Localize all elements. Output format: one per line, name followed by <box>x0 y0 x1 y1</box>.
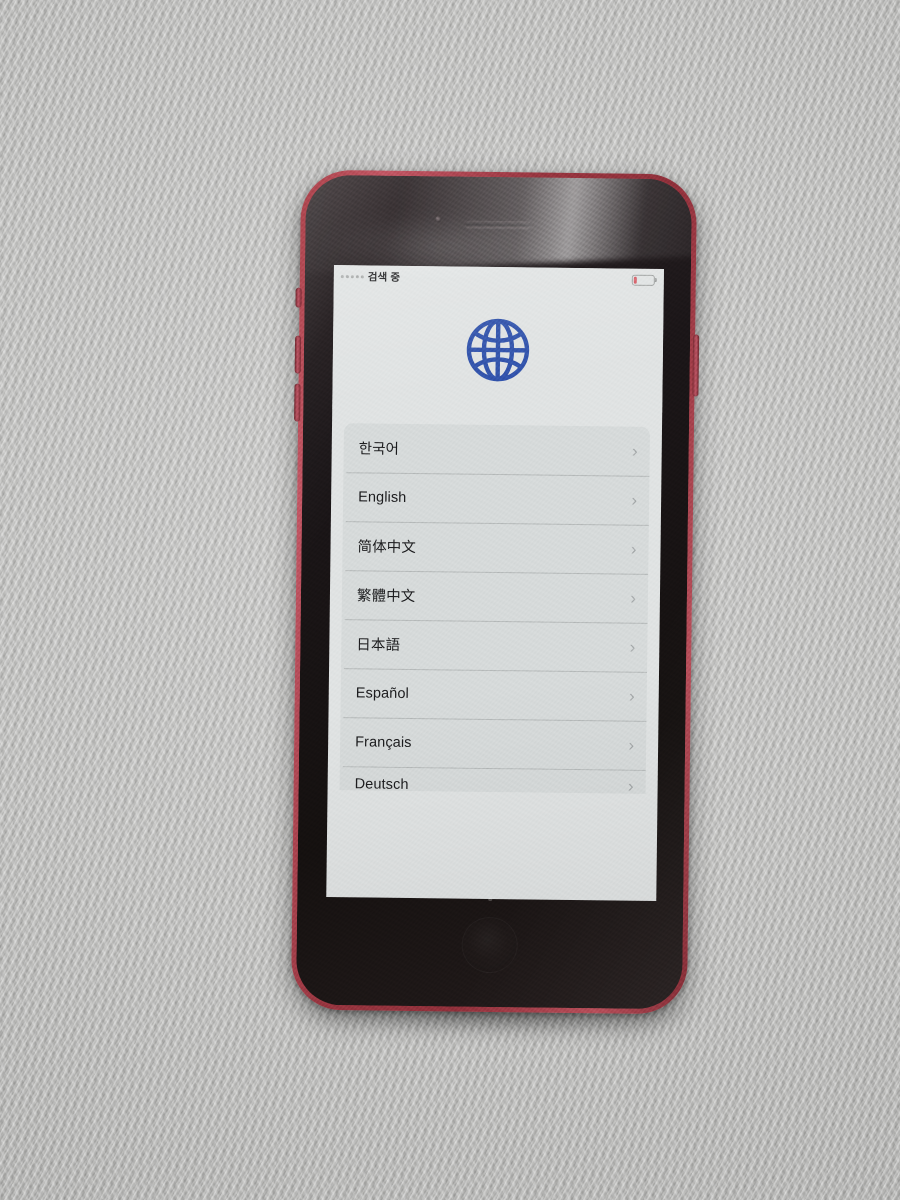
phone-front-glass: 검색 중 한국어 › English › 简体中文 › 繁體中文 › 日本語 ›… <box>295 174 693 1010</box>
language-label: 简体中文 <box>357 539 417 557</box>
battery-icon <box>631 274 657 286</box>
language-row-german[interactable]: Deutsch › <box>340 766 646 794</box>
chevron-right-icon: › <box>629 637 636 657</box>
earpiece-speaker-icon <box>465 220 532 229</box>
language-label: Français <box>355 733 412 751</box>
language-label: Español <box>355 684 409 702</box>
language-row-japanese[interactable]: 日本語 › <box>341 619 648 672</box>
carrier-status-label: 검색 중 <box>367 270 401 284</box>
status-bar-left: 검색 중 <box>340 269 401 285</box>
language-list: 한국어 › English › 简体中文 › 繁體中文 › 日本語 › Espa… <box>339 423 651 794</box>
language-row-korean[interactable]: 한국어 › <box>343 423 650 476</box>
status-bar-spacer <box>400 277 632 280</box>
language-label: Deutsch <box>354 776 409 793</box>
battery-cap <box>654 277 657 282</box>
volume-down-button[interactable] <box>294 383 301 422</box>
chevron-right-icon: › <box>628 735 635 755</box>
language-row-traditional-chinese[interactable]: 繁體中文 › <box>342 570 649 623</box>
home-button[interactable] <box>461 916 519 974</box>
power-button[interactable] <box>692 334 700 397</box>
chevron-right-icon: › <box>631 441 638 461</box>
phone-device: 검색 중 한국어 › English › 简体中文 › 繁體中文 › 日本語 ›… <box>290 169 700 1015</box>
volume-up-button[interactable] <box>294 335 302 374</box>
language-row-french[interactable]: Français › <box>340 717 647 770</box>
photo-scene: 검색 중 한국어 › English › 简体中文 › 繁體中文 › 日本語 ›… <box>0 0 900 1200</box>
chevron-right-icon: › <box>630 539 637 559</box>
phone-screen: 검색 중 한국어 › English › 简体中文 › 繁體中文 › 日本語 ›… <box>326 265 664 902</box>
chevron-right-icon: › <box>628 686 635 706</box>
chevron-right-icon: › <box>630 588 637 608</box>
front-camera-icon <box>435 216 442 223</box>
chevron-right-icon: › <box>631 490 638 510</box>
language-row-simplified-chinese[interactable]: 简体中文 › <box>342 521 649 574</box>
hero-area <box>332 287 664 414</box>
signal-dots-icon <box>340 274 364 278</box>
language-label: 한국어 <box>358 441 400 458</box>
language-row-spanish[interactable]: Español › <box>340 668 647 721</box>
mute-switch[interactable] <box>295 287 302 308</box>
language-row-english[interactable]: English › <box>343 472 650 525</box>
globe-icon <box>466 318 530 382</box>
language-label: 繁體中文 <box>356 588 416 606</box>
battery-fill <box>633 276 637 284</box>
language-label: English <box>358 488 407 506</box>
chevron-right-icon: › <box>627 776 634 794</box>
language-label: 日本語 <box>356 637 401 654</box>
